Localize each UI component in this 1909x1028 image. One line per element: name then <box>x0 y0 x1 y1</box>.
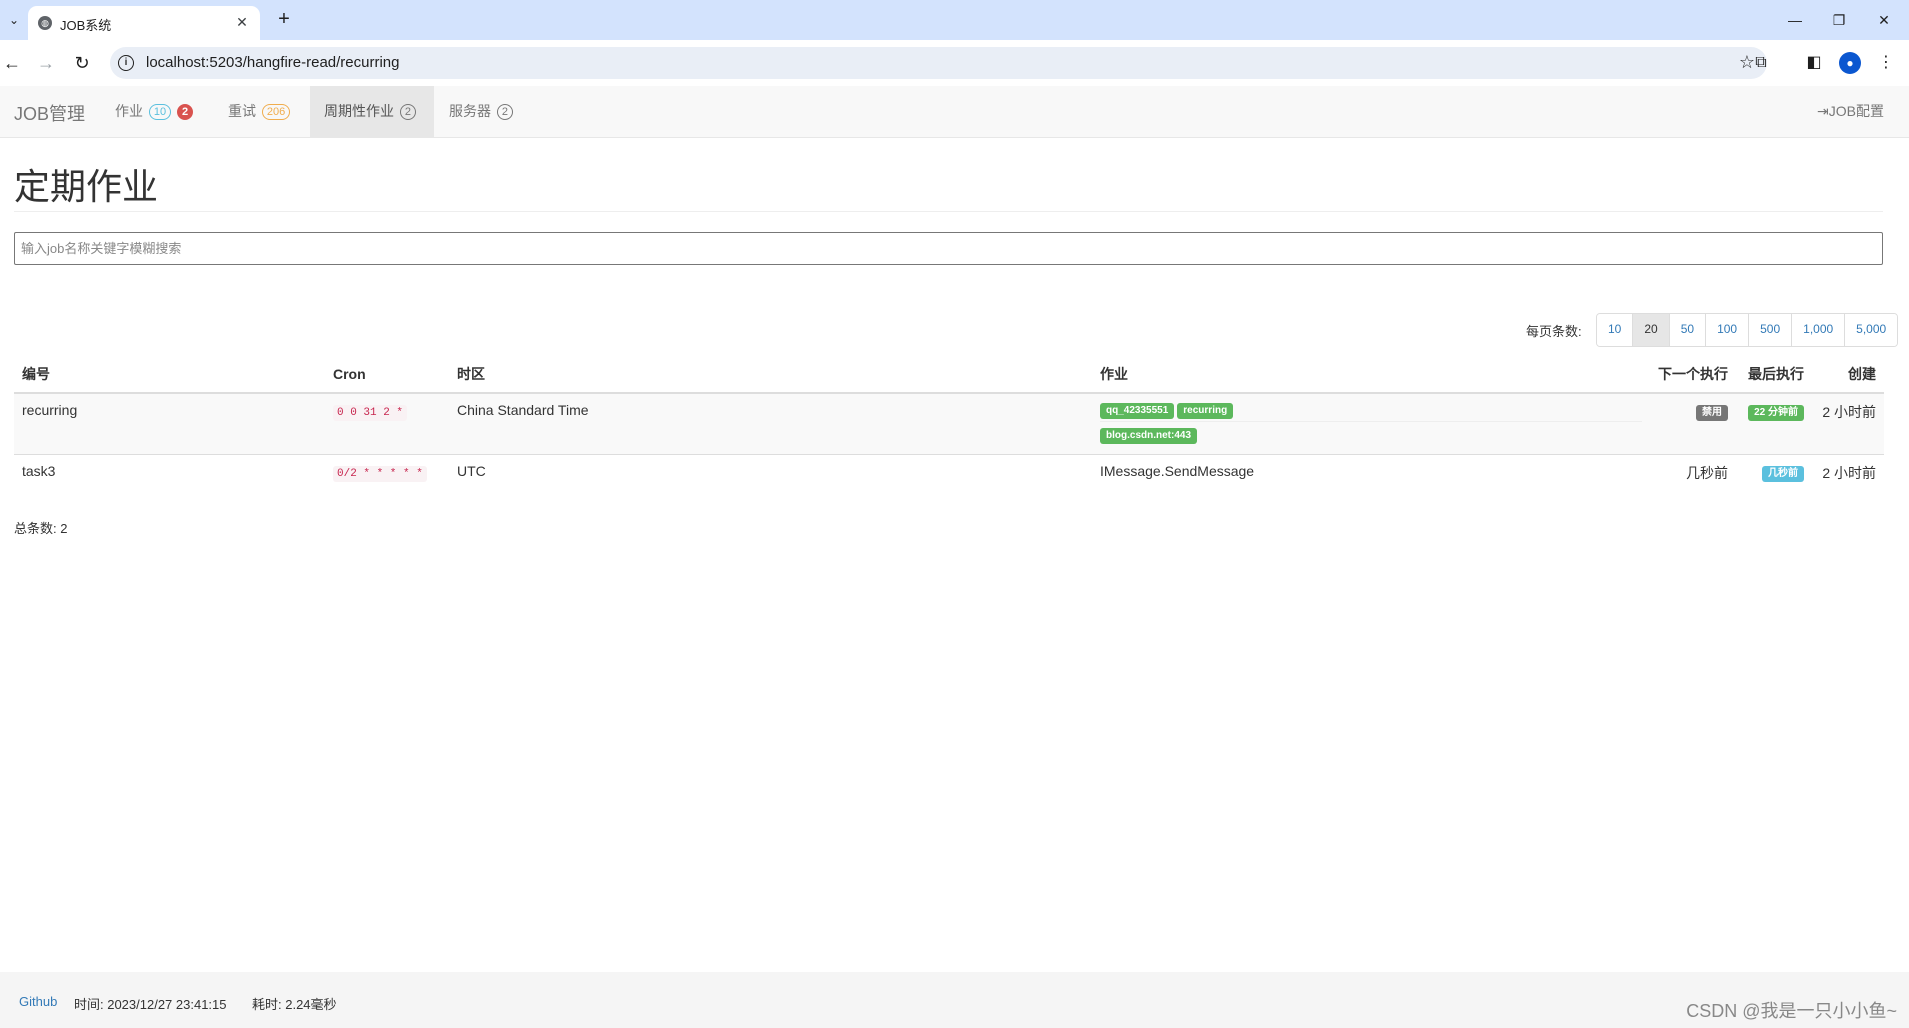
sign-out-icon: ⇥ <box>1817 103 1829 119</box>
job-labels: qq_42335551 recurring blog.csdn.net:443 <box>1100 400 1642 446</box>
nav-item-label: 服务器 <box>449 103 491 119</box>
row-id[interactable]: task3 <box>14 454 325 491</box>
nav-item-servers[interactable]: 服务器 2 <box>435 86 527 137</box>
page-size-selector: 10 20 50 100 500 1,000 5,000 <box>1596 313 1899 347</box>
profile-avatar-icon[interactable]: ● <box>1839 52 1861 74</box>
row-timezone: China Standard Time <box>449 392 1092 455</box>
footer-duration: 耗时: 2.24毫秒 <box>252 997 337 1012</box>
recurring-jobs-table: 编号 Cron 时区 作业 下一个执行 最后执行 创建 recurring 0 … <box>14 356 1884 491</box>
page-size-option[interactable]: 5,000 <box>1844 314 1898 346</box>
csdn-watermark: CSDN @我是一只小小鱼~ <box>1686 1001 1897 1021</box>
recurring-count-badge: 2 <box>399 104 417 121</box>
header-next-execution: 下一个执行 <box>1650 356 1736 394</box>
page-footer: Github 时间: 2023/12/27 23:41:15 耗时: 2.24毫… <box>0 972 1909 1028</box>
page-size-label: 每页条数: <box>1526 324 1582 339</box>
tab-title: JOB系统 <box>60 18 112 33</box>
page-title: 定期作业 <box>14 166 159 207</box>
site-info-icon[interactable]: i <box>118 55 134 71</box>
row-job: IMessage.SendMessage <box>1092 454 1650 491</box>
new-tab-plus-icon[interactable]: + <box>272 8 296 32</box>
job-label: blog.csdn.net:443 <box>1100 428 1198 444</box>
cron-expression: 0/2 * * * * * <box>333 466 427 482</box>
window-close-icon[interactable]: ✕ <box>1869 6 1899 34</box>
retries-count-badge: 206 <box>261 104 291 121</box>
job-label: recurring <box>1177 403 1234 419</box>
row-created: 2 小时前 <box>1812 392 1884 455</box>
globe-icon: ◍ <box>38 16 52 30</box>
nav-item-label: 重试 <box>228 103 256 119</box>
total-count: 总条数: 2 <box>14 521 68 536</box>
row-next-execution: 几秒前 <box>1650 454 1736 491</box>
nav-item-label: 周期性作业 <box>324 103 394 119</box>
back-arrow-icon[interactable]: ← <box>0 51 24 75</box>
footer-time: 时间: 2023/12/27 23:41:15 <box>74 997 227 1012</box>
row-id[interactable]: recurring <box>14 392 325 455</box>
header-cron: Cron <box>325 356 449 394</box>
close-icon[interactable]: ✕ <box>232 12 252 32</box>
cron-expression: 0 0 31 2 * <box>333 405 408 421</box>
app-navbar: JOB管理 作业 10 2 重试 206 周期性作业 2 服务器 2 ⇥JOB配… <box>0 86 1909 138</box>
extensions-puzzle-icon[interactable]: ⧉ <box>1749 51 1773 75</box>
address-toolbar: ← → ↻ i localhost:5203/hangfire-read/rec… <box>0 40 1909 87</box>
nav-item-retries[interactable]: 重试 206 <box>214 86 304 137</box>
page-size-option[interactable]: 10 <box>1597 314 1633 346</box>
table-row: task3 0/2 * * * * * UTC IMessage.SendMes… <box>14 454 1884 491</box>
brand-title[interactable]: JOB管理 <box>14 100 85 126</box>
page-size-option-active[interactable]: 20 <box>1632 314 1669 346</box>
nav-item-recurring[interactable]: 周期性作业 2 <box>310 86 434 137</box>
jobs-count-badge: 10 <box>148 104 172 121</box>
job-label: qq_42335551 <box>1100 403 1175 419</box>
servers-count-badge: 2 <box>496 104 514 121</box>
browser-tab-bar: ⌄ ◍ JOB系统 ✕ + — ❐ ✕ <box>0 0 1909 40</box>
table-row: recurring 0 0 31 2 * China Standard Time… <box>14 392 1884 455</box>
side-panel-icon[interactable]: ◧ <box>1802 51 1826 75</box>
page-size-option[interactable]: 50 <box>1668 314 1706 346</box>
header-job: 作业 <box>1092 356 1650 394</box>
row-created: 2 小时前 <box>1812 454 1884 491</box>
job-config-label: JOB配置 <box>1828 103 1884 119</box>
header-id: 编号 <box>14 356 325 394</box>
more-menu-icon[interactable]: ⋮ <box>1874 51 1898 75</box>
minimize-icon[interactable]: — <box>1780 6 1810 34</box>
last-execution-badge[interactable]: 几秒前 <box>1762 466 1804 482</box>
search-input[interactable] <box>14 232 1883 265</box>
forward-arrow-icon[interactable]: → <box>34 51 58 75</box>
title-divider <box>14 211 1883 212</box>
last-execution-badge[interactable]: 22 分钟前 <box>1748 405 1804 421</box>
nav-item-label: 作业 <box>115 103 143 119</box>
jobs-alert-badge: 2 <box>177 104 194 121</box>
github-link[interactable]: Github <box>19 994 57 1009</box>
restore-icon[interactable]: ❐ <box>1824 6 1854 34</box>
row-timezone: UTC <box>449 454 1092 491</box>
url-text[interactable]: localhost:5203/hangfire-read/recurring <box>146 54 399 71</box>
job-config-link[interactable]: ⇥JOB配置 <box>1817 86 1884 137</box>
page-size-option[interactable]: 100 <box>1705 314 1749 346</box>
omnibox[interactable]: i localhost:5203/hangfire-read/recurring… <box>110 47 1767 79</box>
table-header-row: 编号 Cron 时区 作业 下一个执行 最后执行 创建 <box>14 356 1884 394</box>
nav-item-jobs[interactable]: 作业 10 2 <box>101 86 207 137</box>
header-timezone: 时区 <box>449 356 1092 394</box>
tab-search-chevron-icon[interactable]: ⌄ <box>4 10 24 30</box>
header-created: 创建 <box>1812 356 1884 394</box>
browser-tab[interactable]: ◍ JOB系统 ✕ <box>28 6 260 40</box>
disabled-badge: 禁用 <box>1696 405 1728 421</box>
reload-icon[interactable]: ↻ <box>70 51 94 75</box>
page-size-option[interactable]: 1,000 <box>1791 314 1845 346</box>
header-last-execution: 最后执行 <box>1736 356 1812 394</box>
page-size-option[interactable]: 500 <box>1748 314 1792 346</box>
